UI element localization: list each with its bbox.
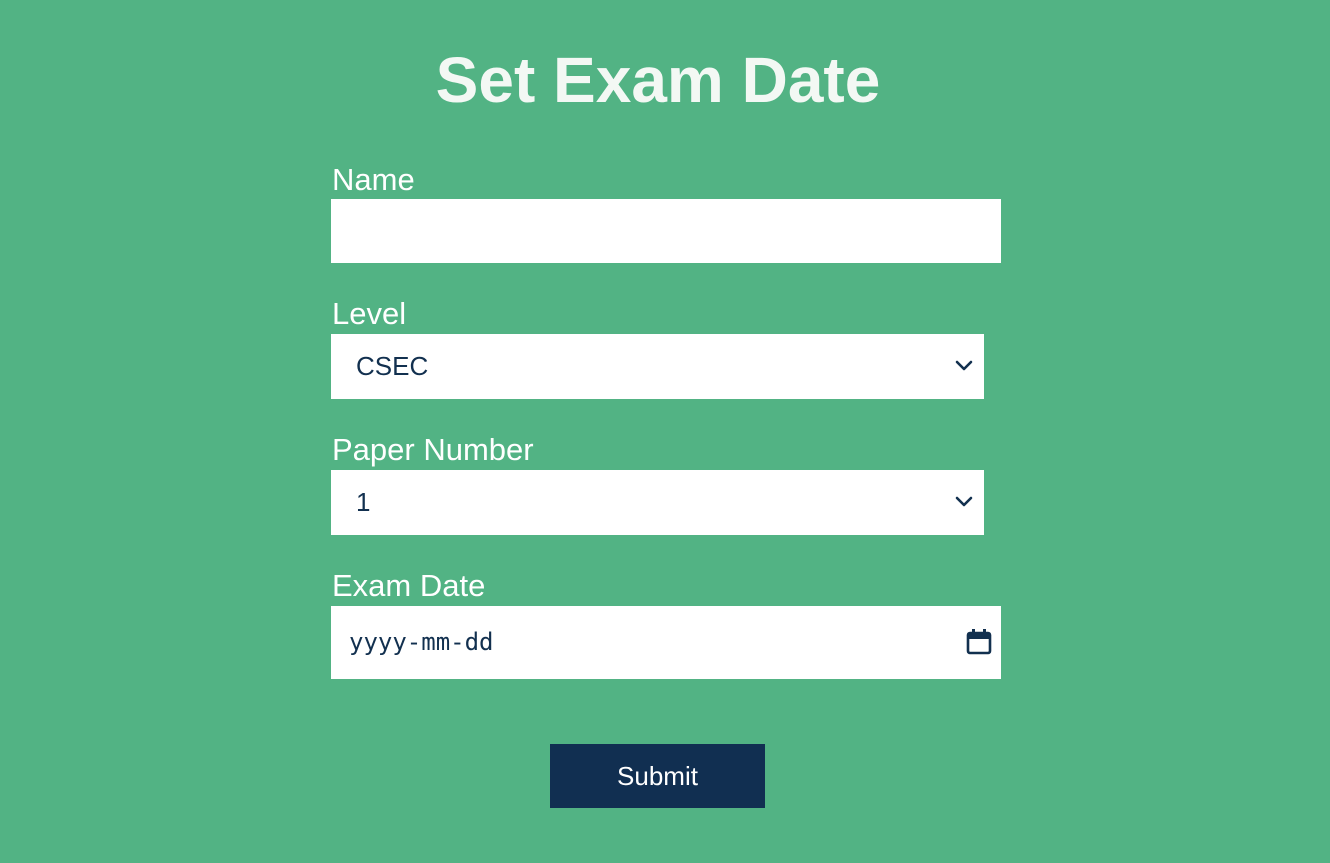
- page-title: Set Exam Date: [435, 44, 881, 116]
- exam-date-placeholder: yyyy-mm-dd: [349, 628, 494, 656]
- paper-number-select[interactable]: 1: [331, 470, 984, 535]
- level-label: Level: [332, 296, 407, 331]
- exam-date-input[interactable]: yyyy-mm-dd: [331, 606, 1001, 679]
- chevron-down-icon: [955, 496, 973, 507]
- page: Set Exam Date Name Level CSEC Paper Numb…: [0, 0, 1330, 863]
- paper-number-label: Paper Number: [332, 432, 534, 467]
- submit-button[interactable]: Submit: [550, 744, 765, 808]
- calendar-icon[interactable]: [964, 627, 994, 657]
- level-select[interactable]: CSEC: [331, 334, 984, 399]
- level-selected-value: CSEC: [356, 351, 429, 381]
- name-label: Name: [332, 162, 415, 197]
- paper-number-selected-value: 1: [356, 487, 371, 517]
- name-input[interactable]: [331, 199, 1001, 263]
- exam-date-label: Exam Date: [332, 568, 486, 603]
- chevron-down-icon: [955, 360, 973, 371]
